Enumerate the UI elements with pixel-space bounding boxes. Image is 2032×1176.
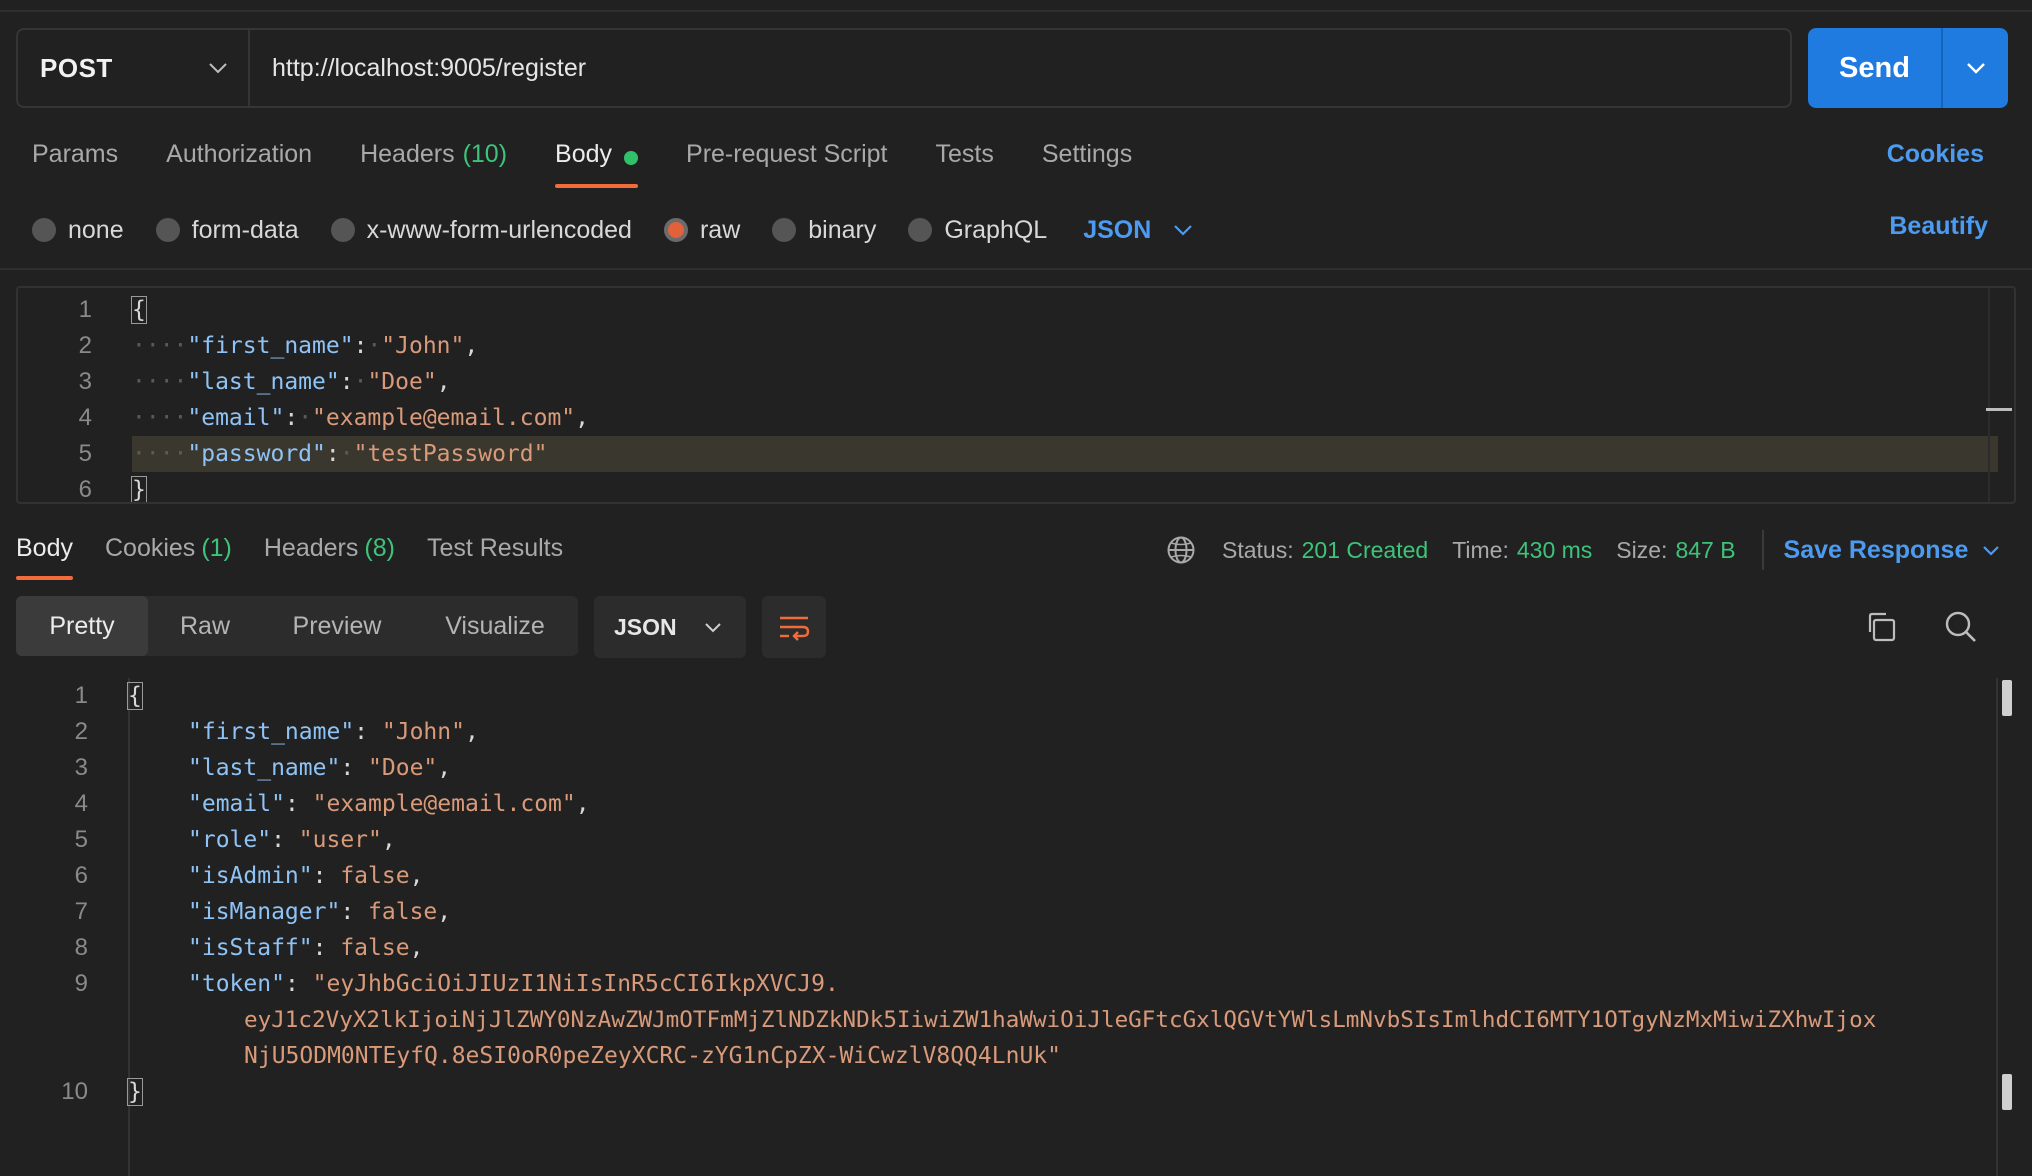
chevron-down-icon — [1174, 225, 1193, 236]
response-tabs: Body Cookies (1) Headers (8) Test Results — [16, 530, 595, 580]
tab-tests[interactable]: Tests — [936, 136, 994, 188]
method-label: POST — [40, 52, 113, 83]
method-select[interactable]: POST — [18, 30, 250, 106]
time-value: 430 ms — [1516, 536, 1593, 563]
send-button-group: Send — [1808, 28, 2008, 108]
cookies-link[interactable]: Cookies — [1887, 140, 1984, 169]
tab-response-body[interactable]: Body — [16, 530, 73, 580]
request-url-row: POST http://localhost:9005/register Send — [16, 28, 2016, 108]
view-raw[interactable]: Raw — [148, 596, 262, 656]
request-tabs: Params Authorization Headers (10) Body Pr… — [32, 136, 1180, 188]
tab-pre-request-script[interactable]: Pre-request Script — [686, 136, 887, 188]
response-scrollbar-track[interactable] — [1996, 678, 1998, 1176]
response-status-bar: Status: 201 Created Time: 430 ms Size: 847 … — [1166, 530, 2000, 570]
scroll-position-marker — [1986, 408, 2012, 411]
radio-none[interactable]: none — [32, 216, 124, 245]
divider — [0, 268, 2032, 270]
size-label: Size: — [1616, 536, 1668, 563]
code-line: 7 "isManager": false, — [74, 898, 452, 925]
body-modified-dot — [624, 151, 639, 165]
tab-response-headers[interactable]: Headers (8) — [264, 530, 395, 580]
code-line-wrapped: NjU5ODM0NTEyfQ.8eSI0oR0peZeyXCRC-zYG1nCp… — [244, 1043, 1061, 1069]
chevron-down-icon — [1983, 545, 2000, 556]
url-input[interactable]: http://localhost:9005/register — [250, 30, 1790, 106]
headers-count: (10) — [462, 140, 508, 168]
wrap-lines-button[interactable] — [762, 596, 826, 658]
radio-urlencoded[interactable]: x-www-form-urlencoded — [330, 216, 632, 245]
status-value: 201 Created — [1301, 536, 1429, 563]
body-format-select[interactable]: JSON — [1083, 216, 1193, 245]
code-line: 1 { — [78, 296, 147, 324]
body-type-radios: none form-data x-www-form-urlencoded raw… — [32, 210, 1193, 250]
radio-circle — [32, 218, 56, 242]
response-format-select[interactable]: JSON — [594, 596, 746, 658]
send-options-button[interactable] — [1943, 28, 2008, 108]
tab-response-cookies[interactable]: Cookies (1) — [105, 530, 232, 580]
code-line: 6 } — [78, 476, 147, 503]
code-line: 8 "isStaff": false, — [74, 934, 424, 961]
response-view-modes: Pretty Raw Preview Visualize — [16, 596, 578, 656]
code-line: 2 "first_name": "John", — [74, 718, 479, 745]
view-pretty[interactable]: Pretty — [16, 596, 148, 656]
code-line: 6 "isAdmin": false, — [74, 862, 424, 889]
code-line: 1 { — [74, 682, 143, 710]
request-body-editor[interactable]: 1 { 2 ····"first_name":·"John", 3 ····"l… — [16, 286, 2016, 504]
code-line-highlighted: ····"password":·"testPassword" — [132, 436, 1998, 472]
radio-circle-selected — [663, 218, 688, 242]
wrap-lines-icon — [780, 616, 810, 641]
scroll-marker-top — [2002, 680, 2012, 716]
code-line: 4 "email": "example@email.com", — [74, 790, 590, 817]
save-response-button[interactable]: Save Response — [1784, 536, 2001, 565]
view-visualize[interactable]: Visualize — [412, 596, 578, 656]
chevron-down-icon — [1966, 63, 1985, 74]
code-line: 10 } — [61, 1078, 143, 1106]
code-line-wrapped: eyJ1c2VyX2lkIjoiNjJlZWY0NzAwZWJmOTFmMjZl… — [244, 1007, 1877, 1033]
tab-body[interactable]: Body — [555, 136, 639, 188]
copy-icon[interactable] — [1864, 610, 1898, 644]
globe-icon[interactable] — [1166, 535, 1196, 565]
tab-test-results[interactable]: Test Results — [427, 530, 563, 580]
tab-settings[interactable]: Settings — [1042, 136, 1132, 188]
size-value: 847 B — [1675, 536, 1736, 563]
search-icon[interactable] — [1944, 610, 1978, 644]
view-preview[interactable]: Preview — [262, 596, 412, 656]
code-line: 4 ····"email":·"example@email.com", — [78, 404, 590, 431]
radio-circle — [908, 218, 933, 242]
code-line: 9 "token": "eyJhbGciOiJIUzI1NiIsInR5cCI6… — [74, 970, 839, 997]
method-url-group: POST http://localhost:9005/register — [16, 28, 1792, 108]
tab-authorization[interactable]: Authorization — [166, 136, 312, 188]
radio-form-data[interactable]: form-data — [155, 216, 299, 245]
send-button[interactable]: Send — [1808, 28, 1943, 108]
editor-scrollbar[interactable] — [1988, 288, 2014, 502]
tab-headers[interactable]: Headers (10) — [360, 136, 507, 188]
radio-graphql[interactable]: GraphQL — [908, 216, 1047, 245]
code-line: 2 ····"first_name":·"John", — [78, 332, 479, 359]
time-label: Time: — [1452, 536, 1509, 563]
tab-params[interactable]: Params — [32, 136, 118, 188]
code-line: 3 ····"last_name":·"Doe", — [78, 368, 451, 395]
divider — [1761, 530, 1764, 570]
chevron-down-icon — [705, 622, 721, 632]
status-label: Status: — [1222, 536, 1294, 563]
code-line: 3 "last_name": "Doe", — [74, 754, 452, 781]
radio-binary[interactable]: binary — [772, 216, 876, 245]
window-top-border — [0, 0, 2032, 12]
radio-circle — [772, 218, 797, 242]
scroll-marker-bottom — [2002, 1074, 2012, 1110]
beautify-button[interactable]: Beautify — [1889, 212, 1988, 241]
radio-circle — [155, 218, 180, 242]
chevron-down-icon — [209, 63, 227, 74]
radio-circle — [330, 218, 355, 242]
response-body-viewer[interactable]: 1 { 2 "first_name": "John", 3 "last_name… — [16, 678, 2016, 1176]
line-number: 5 — [78, 440, 92, 467]
radio-raw[interactable]: raw — [663, 216, 740, 245]
code-line: 5 "role": "user", — [74, 826, 396, 853]
